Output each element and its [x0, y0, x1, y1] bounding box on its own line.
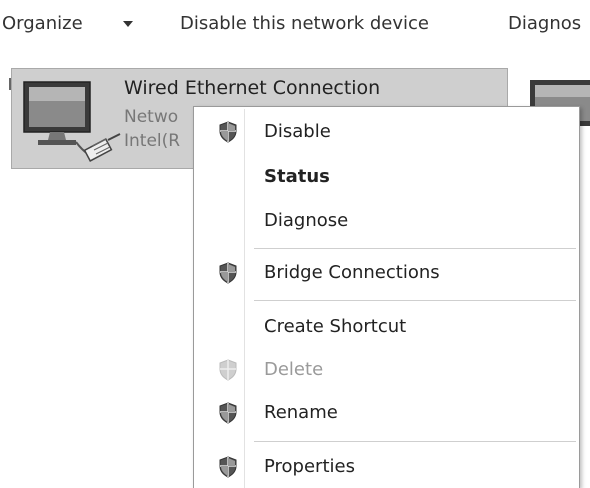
menu-item-label: Disable [264, 121, 331, 142]
context-menu: Disable Status Diagnose Bridge Connectio… [193, 106, 580, 488]
adapter-device: Intel(R [124, 131, 181, 151]
menu-item-label: Status [264, 166, 330, 187]
network-adapter-icon [23, 81, 121, 162]
disable-network-device-button[interactable]: Disable this network device [180, 13, 429, 34]
menu-item-label: Rename [264, 402, 338, 423]
menu-item-label: Properties [264, 456, 355, 477]
menu-item-create-shortcut[interactable]: Create Shortcut [196, 307, 577, 347]
menu-separator [254, 441, 576, 442]
diagnose-button[interactable]: Diagnos [508, 13, 581, 34]
menu-item-status[interactable]: Status [196, 157, 577, 197]
organize-button[interactable]: Organize [2, 13, 83, 34]
menu-separator [254, 248, 576, 249]
shield-icon [219, 121, 237, 143]
menu-separator [254, 300, 576, 301]
shield-icon [219, 359, 237, 381]
adapter-name: Wired Ethernet Connection [124, 77, 381, 99]
menu-item-label: Diagnose [264, 210, 349, 231]
menu-item-label: Bridge Connections [264, 262, 440, 283]
chevron-down-icon[interactable] [123, 21, 133, 27]
shield-icon [219, 262, 237, 284]
command-bar: Organize Disable this network device Dia… [0, 0, 590, 48]
menu-item-diagnose[interactable]: Diagnose [196, 201, 577, 241]
menu-item-disable[interactable]: Disable [196, 112, 577, 152]
adapter-status: Netwo [124, 107, 179, 127]
menu-item-properties[interactable]: Properties [196, 447, 577, 487]
shield-icon [219, 456, 237, 478]
menu-item-rename[interactable]: Rename [196, 393, 577, 433]
menu-item-delete: Delete [196, 350, 577, 390]
menu-item-label: Delete [264, 359, 324, 380]
menu-item-label: Create Shortcut [264, 316, 407, 337]
shield-icon [219, 402, 237, 424]
menu-item-bridge-connections[interactable]: Bridge Connections [196, 253, 577, 293]
